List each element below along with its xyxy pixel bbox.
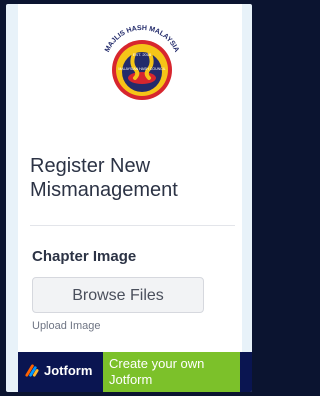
upload-image-sublabel: Upload Image (32, 320, 101, 332)
hash-council-logo-icon: MAJLIS HASH MALAYSIA EST. 2016 MALAYSIAN… (104, 25, 180, 100)
title-divider (30, 225, 235, 226)
svg-text:MALAYSIAN HASH COUNCIL: MALAYSIAN HASH COUNCIL (118, 67, 165, 71)
jotform-brand[interactable]: Jotform (24, 363, 92, 378)
page-title: Register New Mismanagement (30, 155, 178, 201)
browse-files-button[interactable]: Browse Files (32, 277, 204, 313)
chapter-image-label: Chapter Image (32, 248, 137, 265)
create-jotform-cta[interactable]: Create your own Jotform (103, 352, 240, 392)
svg-text:EST. 2016: EST. 2016 (133, 52, 152, 57)
jotform-brand-name: Jotform (44, 363, 93, 378)
jotform-logo-icon (25, 364, 39, 377)
form-card: MAJLIS HASH MALAYSIA EST. 2016 MALAYSIAN… (18, 4, 242, 364)
form-frame: MAJLIS HASH MALAYSIA EST. 2016 MALAYSIAN… (6, 4, 252, 392)
organization-logo: MAJLIS HASH MALAYSIA EST. 2016 MALAYSIAN… (84, 8, 200, 120)
